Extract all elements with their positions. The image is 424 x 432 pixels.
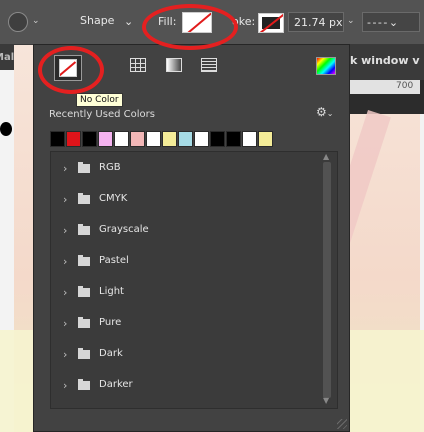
recent-color-swatch[interactable] (130, 131, 145, 147)
swatch-groups-list: ▲ ▼ › RGB › CMYK › Grayscale › Pastel › Light › Pur… (50, 151, 338, 409)
swatch-group-label: Pastel (99, 255, 129, 266)
pattern-icon[interactable] (201, 58, 217, 72)
folder-icon (78, 193, 90, 204)
recent-colors-label: Recently Used Colors (49, 109, 155, 120)
swatch-group-label: CMYK (99, 193, 128, 204)
folder-icon (78, 224, 90, 235)
stroke-width-field[interactable]: 21.74 px (288, 12, 344, 32)
ruler: 700 (350, 80, 420, 94)
chevron-right-icon: › (63, 286, 68, 299)
ruler-number: 700 (396, 81, 414, 91)
folder-icon (78, 286, 90, 297)
document-tab-left[interactable]: Mal (0, 44, 14, 70)
gear-icon[interactable]: ⚙⌄ (316, 105, 333, 119)
tooltip: No Color (76, 93, 123, 107)
shape-mode-label: Shape (80, 14, 115, 27)
recent-color-swatch[interactable] (66, 131, 81, 147)
fill-swatch-panel: No Color Recently Used Colors ⚙⌄ ▲ ▼ › RG… (33, 44, 350, 432)
recent-color-swatch[interactable] (98, 131, 113, 147)
recent-color-swatch[interactable] (242, 131, 257, 147)
stroke-width-chevron-icon[interactable]: ⌄ (347, 16, 355, 26)
chevron-right-icon: › (63, 162, 68, 175)
recent-color-swatch[interactable] (146, 131, 161, 147)
shape-mode-select[interactable]: Shape ⌄ (80, 14, 142, 32)
tool-preset-chevron-icon[interactable]: ⌄ (32, 16, 40, 26)
swatch-group-dark[interactable]: › Dark (51, 342, 321, 368)
recent-color-swatch[interactable] (226, 131, 241, 147)
folder-icon (78, 162, 90, 173)
document-tab-left-label: Mal (0, 52, 14, 63)
swatch-group-cmyk[interactable]: › CMYK (51, 187, 321, 213)
dash-line-icon: - - - - ⌄ (367, 16, 398, 29)
swatch-group-label: Grayscale (99, 224, 149, 235)
folder-icon (78, 348, 90, 359)
canvas-dot (0, 122, 12, 136)
recent-color-swatch[interactable] (114, 131, 129, 147)
swatch-group-label: Darker (99, 379, 133, 390)
swatch-group-grayscale[interactable]: › Grayscale (51, 218, 321, 244)
stroke-width-value: 21.74 px (294, 16, 343, 29)
folder-icon (78, 379, 90, 390)
swatch-group-label: Pure (99, 317, 122, 328)
chevron-right-icon: › (63, 255, 68, 268)
chevron-right-icon: › (63, 317, 68, 330)
chevron-right-icon: › (63, 193, 68, 206)
swatch-group-pure[interactable]: › Pure (51, 311, 321, 337)
recent-color-swatch[interactable] (162, 131, 177, 147)
resize-grip-icon[interactable] (337, 419, 347, 429)
recent-color-swatch[interactable] (50, 131, 65, 147)
swatch-group-label: Dark (99, 348, 123, 359)
chevron-right-icon: › (63, 348, 68, 361)
swatch-group-darker[interactable]: › Darker (51, 373, 321, 399)
chevron-down-icon: ⌄ (124, 15, 134, 28)
swatch-group-label: RGB (99, 162, 121, 173)
recent-color-swatch[interactable] (210, 131, 225, 147)
scroll-down-icon[interactable]: ▼ (323, 396, 329, 405)
chevron-right-icon: › (63, 224, 68, 237)
annotation-ring-fill (142, 4, 238, 50)
color-picker-icon[interactable] (316, 57, 336, 75)
gradient-icon[interactable] (166, 58, 182, 72)
document-tab-right[interactable]: k window v (350, 44, 424, 80)
scroll-up-icon[interactable]: ▲ (323, 152, 329, 161)
recent-color-swatch[interactable] (178, 131, 193, 147)
swatch-group-light[interactable]: › Light (51, 280, 321, 306)
folder-icon (78, 255, 90, 266)
swatch-group-rgb[interactable]: › RGB (51, 156, 321, 182)
solid-color-icon[interactable] (130, 58, 146, 72)
swatch-group-label: Light (99, 286, 124, 297)
recent-color-swatch[interactable] (82, 131, 97, 147)
folder-icon (78, 317, 90, 328)
stroke-swatch-button[interactable] (258, 13, 284, 33)
stroke-type-select[interactable]: - - - - ⌄ (362, 12, 420, 32)
chevron-right-icon: › (63, 379, 68, 392)
swatch-group-pastel[interactable]: › Pastel (51, 249, 321, 275)
document-tab-right-label: k window v (350, 54, 420, 67)
recent-color-swatch[interactable] (258, 131, 273, 147)
tool-preset-icon[interactable] (8, 12, 28, 32)
recent-colors-row (50, 131, 338, 147)
scrollbar[interactable] (323, 162, 331, 398)
recent-color-swatch[interactable] (194, 131, 209, 147)
annotation-ring-nocolor (38, 46, 104, 94)
